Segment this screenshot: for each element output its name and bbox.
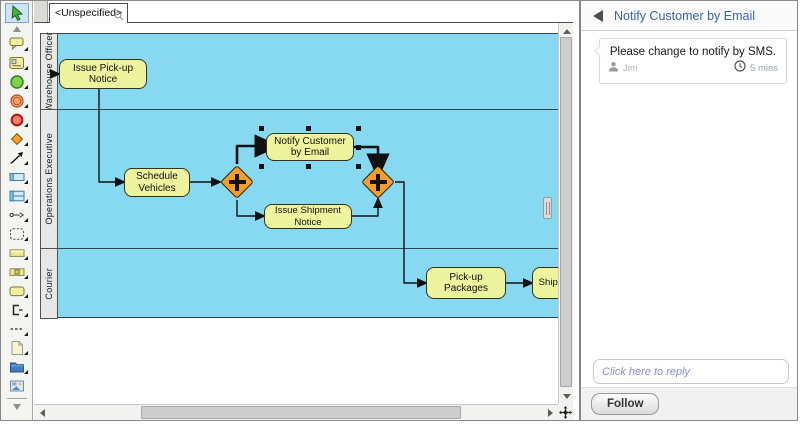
- task-pickup-packages[interactable]: Pick-up Packages: [426, 267, 506, 299]
- comment-author: Jim: [623, 63, 638, 74]
- shape-palette: [1, 1, 33, 420]
- clock-icon: [734, 59, 746, 77]
- task-notify-customer-by-email[interactable]: Notify Customer by Email: [266, 133, 354, 161]
- folder-tool-icon[interactable]: [4, 358, 30, 375]
- canvas-corner-cell: [34, 1, 48, 22]
- scroll-left-arrow-icon[interactable]: [36, 405, 48, 420]
- task-schedule-vehicles[interactable]: Schedule Vehicles: [124, 168, 190, 197]
- plus-icon: [370, 174, 387, 191]
- diagram-tab-row: <Unspecified>: [34, 1, 573, 23]
- lane-header-courier[interactable]: Courier: [40, 248, 58, 319]
- end-event-tool-icon[interactable]: [4, 111, 30, 128]
- selection-handle[interactable]: [259, 164, 264, 169]
- follow-button[interactable]: Follow: [591, 393, 659, 415]
- gateway-tool-icon[interactable]: [4, 130, 30, 147]
- application-window: <Unspecified> Warehouse Officer Operatio…: [0, 0, 798, 421]
- lane-tool-icon[interactable]: [4, 187, 30, 204]
- horizontal-scrollbar[interactable]: [34, 404, 558, 420]
- vertical-scrollbar-thumb[interactable]: [560, 37, 572, 387]
- palette-scroll-down-icon[interactable]: [4, 403, 30, 411]
- selection-handle[interactable]: [306, 126, 311, 131]
- palette-divider: [7, 398, 27, 399]
- user-icon: [608, 59, 619, 77]
- lane-divider: [58, 109, 558, 110]
- call-activity-tool-icon[interactable]: [4, 263, 30, 280]
- lane-divider: [58, 248, 558, 249]
- selection-handle[interactable]: [356, 145, 361, 150]
- group-tool-icon[interactable]: [4, 225, 30, 242]
- sub-process-tool-icon[interactable]: [4, 244, 30, 261]
- comment-time: 5 mins: [750, 63, 778, 74]
- intermediate-event-tool-icon[interactable]: [4, 92, 30, 109]
- diagram-area[interactable]: Warehouse Officer Operations Executive C…: [34, 23, 573, 420]
- comment-message: Please change to notify by SMS.: [600, 46, 786, 58]
- task-issue-pickup-notice[interactable]: Issue Pick-up Notice: [59, 59, 147, 89]
- horizontal-pool-tool-icon[interactable]: [4, 168, 30, 185]
- diagram-canvas[interactable]: <Unspecified> Warehouse Officer Operatio…: [34, 1, 573, 420]
- reply-input[interactable]: [593, 359, 789, 384]
- choreography-task-tool-icon[interactable]: [4, 54, 30, 71]
- pool-resize-handle[interactable]: [543, 197, 552, 219]
- callout-tool-icon[interactable]: [4, 35, 30, 52]
- start-event-tool-icon[interactable]: [4, 73, 30, 90]
- note-tool-icon[interactable]: [4, 339, 30, 356]
- lane-header-operations-executive[interactable]: Operations Executive: [40, 109, 58, 249]
- diagram-overview-tool-icon[interactable]: [4, 377, 30, 394]
- bracket-tool-icon[interactable]: [4, 301, 30, 318]
- task-issue-shipment-notice[interactable]: Issue Shipment Notice: [264, 204, 352, 229]
- comment-card: Please change to notify by SMS. Jim 5 mi…: [599, 38, 787, 84]
- comment-panel: Notify Customer by Email Please change t…: [581, 1, 798, 420]
- scroll-up-arrow-icon[interactable]: [559, 25, 573, 37]
- dashed-line-tool-icon[interactable]: [4, 320, 30, 337]
- task-tool-icon[interactable]: [4, 282, 30, 299]
- comment-panel-header: Notify Customer by Email: [581, 1, 798, 31]
- scroll-down-arrow-icon[interactable]: [559, 390, 573, 402]
- sequence-flow-tool-icon[interactable]: [4, 149, 30, 166]
- scroll-right-arrow-icon[interactable]: [544, 405, 556, 420]
- lane-header-warehouse-officer[interactable]: Warehouse Officer: [40, 33, 58, 110]
- association-tool-icon[interactable]: [4, 206, 30, 223]
- selection-handle[interactable]: [306, 164, 311, 169]
- comment-panel-footer: Follow: [581, 387, 798, 420]
- cursor-tool-icon[interactable]: [5, 3, 29, 23]
- panel-title: Notify Customer by Email: [614, 9, 755, 23]
- selection-handle[interactable]: [259, 145, 264, 150]
- back-icon[interactable]: [593, 10, 603, 22]
- selection-handle[interactable]: [259, 126, 264, 131]
- palette-scroll-up-icon[interactable]: [4, 25, 30, 33]
- horizontal-scrollbar-thumb[interactable]: [141, 406, 461, 419]
- vertical-scrollbar[interactable]: [558, 23, 573, 404]
- selection-handle[interactable]: [356, 164, 361, 169]
- selection-handle[interactable]: [356, 126, 361, 131]
- plus-icon: [229, 174, 246, 191]
- pan-tool-icon[interactable]: [558, 404, 573, 420]
